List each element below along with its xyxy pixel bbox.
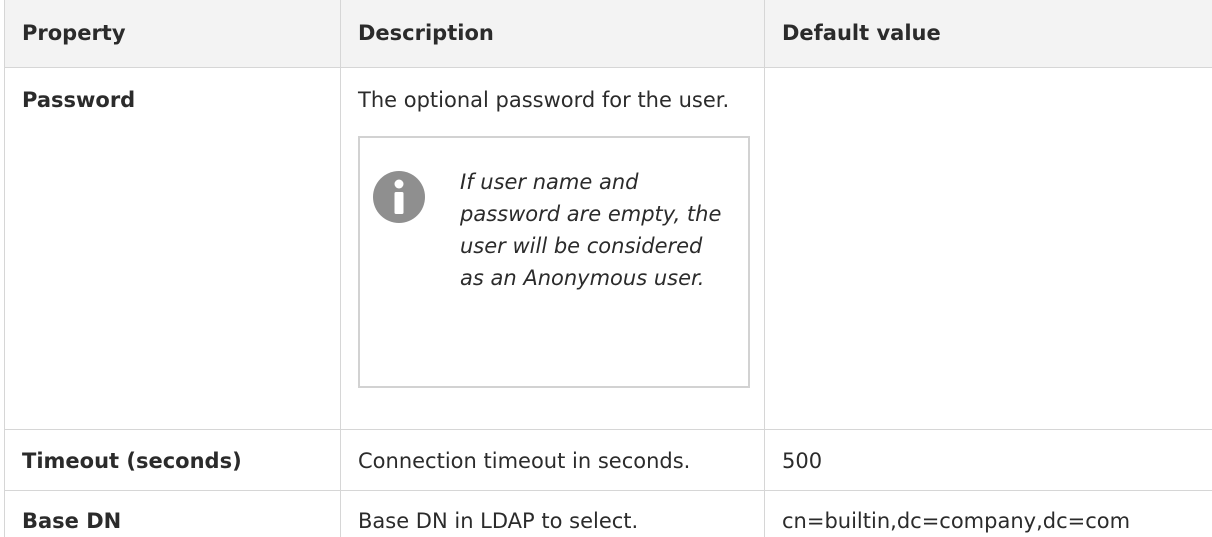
table-row: Password The optional password for the u… xyxy=(5,67,1212,429)
default-value-cell: cn=builtin,dc=company,dc=com xyxy=(765,490,1212,537)
header-property: Property xyxy=(5,0,341,67)
default-value-cell: 500 xyxy=(765,429,1212,490)
info-icon xyxy=(373,171,425,223)
property-cell: Base DN xyxy=(5,490,341,537)
description-cell: Base DN in LDAP to select. xyxy=(341,490,765,537)
description-cell: The optional password for the user. If u… xyxy=(341,67,765,429)
note-text: If user name and password are empty, the… xyxy=(460,166,730,294)
property-cell: Timeout (seconds) xyxy=(5,429,341,490)
description-text: The optional password for the user. xyxy=(358,84,747,116)
properties-table: Property Description Default value Passw… xyxy=(4,0,1212,537)
property-cell: Password xyxy=(5,67,341,429)
description-cell: Connection timeout in seconds. xyxy=(341,429,765,490)
table-row: Timeout (seconds) Connection timeout in … xyxy=(5,429,1212,490)
note-box: If user name and password are empty, the… xyxy=(358,136,750,388)
default-value-cell xyxy=(765,67,1212,429)
header-default-value: Default value xyxy=(765,0,1212,67)
header-row: Property Description Default value xyxy=(5,0,1212,67)
header-description: Description xyxy=(341,0,765,67)
table-header: Property Description Default value xyxy=(5,0,1212,67)
table-row: Base DN Base DN in LDAP to select. cn=bu… xyxy=(5,490,1212,537)
